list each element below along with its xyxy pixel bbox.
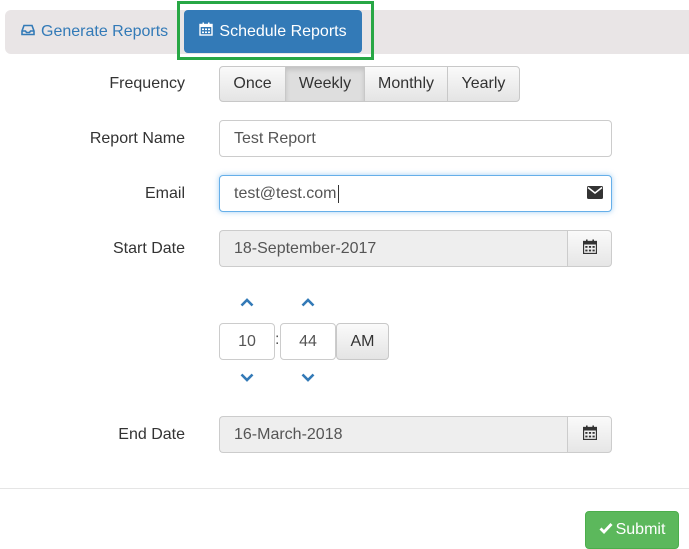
tab-generate-label: Generate Reports xyxy=(41,23,169,40)
text-cursor xyxy=(337,184,339,203)
submit-button[interactable]: Submit xyxy=(585,511,679,549)
form-footer-divider xyxy=(0,488,689,489)
tab-generate-reports[interactable]: Generate Reports xyxy=(21,10,168,54)
tab-schedule-reports[interactable]: Schedule Reports xyxy=(184,10,362,53)
frequency-label: Frequency xyxy=(109,75,185,92)
envelope-icon xyxy=(587,186,603,204)
email-value: test@test.com xyxy=(234,184,337,202)
report-name-input[interactable]: Test Report xyxy=(219,120,612,157)
minute-decrement-chevron-down-icon[interactable] xyxy=(298,370,318,384)
frequency-yearly-button[interactable]: Yearly xyxy=(447,66,520,102)
start-date-group: 18-September-2017 xyxy=(219,230,612,267)
email-label: Email xyxy=(144,185,185,202)
meridian-toggle-button[interactable]: AM xyxy=(336,323,389,360)
submit-label: Submit xyxy=(615,521,666,538)
inbox-icon xyxy=(21,23,35,41)
report-name-value: Test Report xyxy=(234,129,316,147)
end-date-input[interactable]: 16-March-2018 xyxy=(219,416,567,453)
email-input[interactable]: test@test.com xyxy=(219,175,612,212)
start-date-value: 18-September-2017 xyxy=(234,239,377,257)
hour-input[interactable]: 10 xyxy=(219,323,275,360)
check-icon xyxy=(599,521,613,539)
tab-schedule-label: Schedule Reports xyxy=(219,22,347,40)
end-date-calendar-button[interactable] xyxy=(567,416,612,453)
frequency-once-button[interactable]: Once xyxy=(219,66,286,102)
frequency-weekly-button[interactable]: Weekly xyxy=(285,66,365,102)
end-date-label: End Date xyxy=(118,426,185,443)
hour-decrement-chevron-down-icon[interactable] xyxy=(237,370,257,384)
time-separator: : xyxy=(275,331,280,348)
calendar-icon xyxy=(199,22,214,41)
calendar-icon xyxy=(582,239,597,259)
frequency-monthly-button[interactable]: Monthly xyxy=(364,66,448,102)
minute-increment-chevron-up-icon[interactable] xyxy=(298,295,318,309)
start-date-calendar-button[interactable] xyxy=(567,230,612,267)
calendar-icon xyxy=(582,425,597,445)
end-date-value: 16-March-2018 xyxy=(234,425,343,443)
minute-input[interactable]: 44 xyxy=(280,323,336,360)
start-date-input[interactable]: 18-September-2017 xyxy=(219,230,567,267)
hour-increment-chevron-up-icon[interactable] xyxy=(237,295,257,309)
frequency-button-group: Once Weekly Monthly Yearly xyxy=(219,66,520,102)
report-name-label: Report Name xyxy=(89,130,185,147)
end-date-group: 16-March-2018 xyxy=(219,416,612,453)
start-date-label: Start Date xyxy=(112,240,185,257)
